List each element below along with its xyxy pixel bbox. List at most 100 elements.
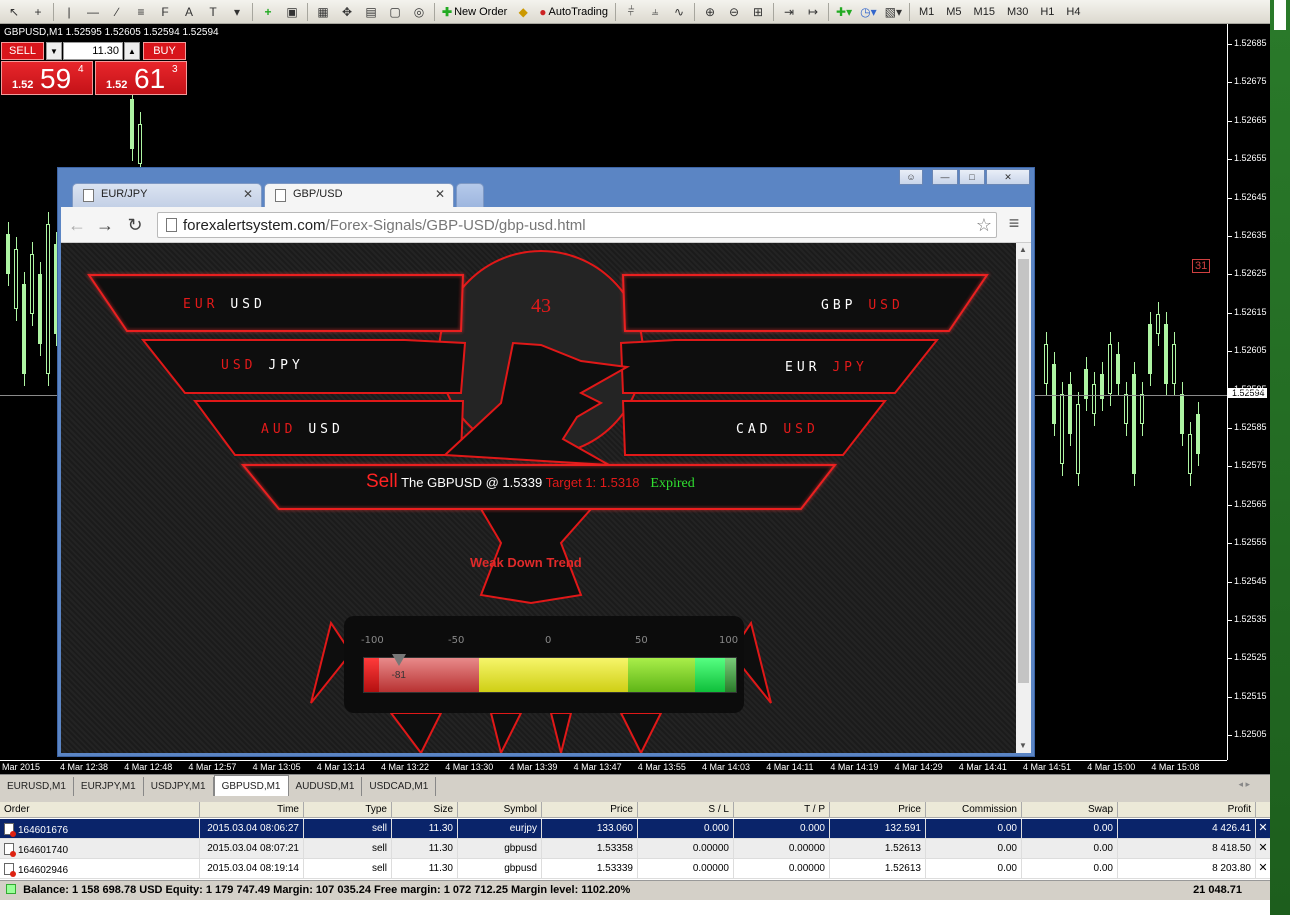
- back-button[interactable]: ←: [65, 213, 89, 237]
- column-header[interactable]: Price: [830, 802, 926, 818]
- column-header[interactable]: S / L: [638, 802, 734, 818]
- tab-close-icon[interactable]: ✕: [435, 187, 445, 201]
- volume-up-button[interactable]: ▲: [124, 42, 140, 60]
- pair-eur-usd[interactable]: EUR USD: [183, 297, 266, 312]
- profiles-icon[interactable]: ▣: [281, 2, 303, 22]
- reload-button[interactable]: ↻: [123, 213, 147, 237]
- close-order-icon[interactable]: ✕: [1256, 819, 1270, 838]
- zoom-out-icon[interactable]: ⊖: [723, 2, 745, 22]
- folder-icon[interactable]: ▤: [360, 2, 382, 22]
- chart-tab-usdcad[interactable]: USDCAD,M1: [362, 777, 437, 796]
- vertical-line-icon[interactable]: |: [58, 2, 80, 22]
- browser-menu-button[interactable]: ≡: [1003, 213, 1025, 237]
- scroll-up-icon[interactable]: ▲: [1019, 245, 1027, 254]
- timeframe-m15[interactable]: M15: [968, 6, 1001, 18]
- column-header[interactable]: Swap: [1022, 802, 1118, 818]
- column-header[interactable]: Time: [200, 802, 304, 818]
- cursor-icon[interactable]: ↖: [3, 2, 25, 22]
- column-header[interactable]: Type: [304, 802, 392, 818]
- tester-icon[interactable]: ◎: [408, 2, 430, 22]
- column-header[interactable]: Symbol: [458, 802, 542, 818]
- buy-button[interactable]: BUY: [143, 42, 186, 60]
- timeframe-h4[interactable]: H4: [1060, 6, 1086, 18]
- indicators-icon[interactable]: ✚▾: [833, 2, 855, 22]
- new-order-button[interactable]: ✚ New Order: [439, 2, 510, 22]
- column-header[interactable]: Price: [542, 802, 638, 818]
- channel-icon[interactable]: ≡: [130, 2, 152, 22]
- page-scrollbar[interactable]: ▲ ▼: [1016, 243, 1031, 753]
- order-row[interactable]: 164601676 2015.03.04 08:06:27 sell 11.30 eur…: [0, 819, 1270, 839]
- sell-price-display[interactable]: 1.52 59 4: [1, 61, 93, 95]
- column-header[interactable]: Profit: [1118, 802, 1256, 818]
- crosshair-icon[interactable]: +: [27, 2, 49, 22]
- order-row[interactable]: 164602946 2015.03.04 08:19:14 sell 11.30 gbp…: [0, 859, 1270, 879]
- pair-usd-jpy[interactable]: USD JPY: [221, 358, 304, 373]
- chart-tab-gbpusd[interactable]: GBPUSD,M1: [213, 775, 289, 796]
- scroll-down-icon[interactable]: ▼: [1019, 741, 1027, 750]
- signal-text: The GBPUSD @ 1.5339: [401, 475, 543, 490]
- fibonacci-icon[interactable]: F: [154, 2, 176, 22]
- time-label: 4 Mar 12:48: [124, 762, 173, 772]
- timeframe-h1[interactable]: H1: [1034, 6, 1060, 18]
- bookmark-star-icon[interactable]: ☆: [976, 215, 992, 236]
- autotrading-button[interactable]: ● AutoTrading: [536, 2, 611, 22]
- tile-windows-icon[interactable]: ⊞: [747, 2, 769, 22]
- periods-icon[interactable]: ◷▾: [857, 2, 880, 22]
- shapes-icon[interactable]: ▾: [226, 2, 248, 22]
- order-row[interactable]: 164601740 2015.03.04 08:07:21 sell 11.30 gbp…: [0, 839, 1270, 859]
- address-bar[interactable]: forexalertsystem.com/Forex-Signals/GBP-U…: [157, 212, 997, 238]
- bar-chart-icon[interactable]: ⫩: [620, 2, 642, 22]
- new-chart-icon[interactable]: +: [257, 2, 279, 22]
- volume-down-button[interactable]: ▼: [46, 42, 62, 60]
- new-tab-button[interactable]: [456, 183, 484, 207]
- pair-aud-usd[interactable]: AUD USD: [261, 422, 344, 437]
- candles-icon[interactable]: ⫨: [644, 2, 666, 22]
- buy-price-display[interactable]: 1.52 61 3: [95, 61, 187, 95]
- object-marker[interactable]: 31: [1192, 259, 1211, 273]
- timeframe-m1[interactable]: M1: [913, 6, 940, 18]
- timeframe-m30[interactable]: M30: [1001, 6, 1034, 18]
- close-order-icon[interactable]: ✕: [1256, 859, 1270, 878]
- horizontal-line-icon[interactable]: —: [82, 2, 104, 22]
- pair-eur-jpy[interactable]: EUR JPY: [785, 360, 868, 375]
- chart-tab-eurjpy[interactable]: EURJPY,M1: [74, 777, 144, 796]
- column-header[interactable]: T / P: [734, 802, 830, 818]
- terminal-icon[interactable]: ▢: [384, 2, 406, 22]
- market-watch-icon[interactable]: ▦: [312, 2, 334, 22]
- chart-shift-icon[interactable]: ↦: [802, 2, 824, 22]
- tab-close-icon[interactable]: ✕: [243, 187, 253, 201]
- url-text[interactable]: forexalertsystem.com/Forex-Signals/GBP-U…: [183, 217, 586, 234]
- chart-tab-audusd[interactable]: AUDUSD,M1: [289, 777, 363, 796]
- maximize-button[interactable]: □: [959, 169, 985, 185]
- order-cell: 11.30: [392, 859, 458, 879]
- tab-scroll-arrows[interactable]: ◂ ▸: [1238, 779, 1250, 790]
- tab-gbpusd[interactable]: GBP/USD ✕: [264, 183, 454, 207]
- zoom-in-icon[interactable]: ⊕: [699, 2, 721, 22]
- line-chart-icon[interactable]: ∿: [668, 2, 690, 22]
- forward-button[interactable]: →: [93, 213, 117, 237]
- column-header[interactable]: Order: [0, 802, 200, 818]
- scroll-thumb[interactable]: [1018, 259, 1029, 683]
- volume-input[interactable]: 11.30: [63, 42, 123, 60]
- column-header[interactable]: Commission: [926, 802, 1022, 818]
- price-scale[interactable]: 1.52594 1.52685 1.52675 1.52665 1.52655 1.52…: [1227, 24, 1270, 760]
- metaeditor-icon[interactable]: ◆: [512, 2, 534, 22]
- trendline-icon[interactable]: ∕: [106, 2, 128, 22]
- text-tool-icon[interactable]: A: [178, 2, 200, 22]
- navigator-icon[interactable]: ✥: [336, 2, 358, 22]
- templates-icon[interactable]: ▧▾: [882, 2, 905, 22]
- label-tool-icon[interactable]: T: [202, 2, 224, 22]
- pair-gbp-usd[interactable]: GBP USD: [821, 298, 904, 313]
- close-window-button[interactable]: ✕: [986, 169, 1030, 185]
- minimize-button[interactable]: —: [932, 169, 958, 185]
- pair-cad-usd[interactable]: CAD USD: [736, 422, 819, 437]
- close-order-icon[interactable]: ✕: [1256, 839, 1270, 858]
- autoscroll-icon[interactable]: ⇥: [778, 2, 800, 22]
- column-header[interactable]: Size: [392, 802, 458, 818]
- user-profile-button[interactable]: ☺: [899, 169, 923, 185]
- timeframe-m5[interactable]: M5: [940, 6, 967, 18]
- tab-eurjpy[interactable]: EUR/JPY ✕: [72, 183, 262, 207]
- sell-button[interactable]: SELL: [1, 42, 44, 60]
- chart-tab-eurusd[interactable]: EURUSD,M1: [0, 777, 74, 796]
- chart-tab-usdjpy[interactable]: USDJPY,M1: [144, 777, 214, 796]
